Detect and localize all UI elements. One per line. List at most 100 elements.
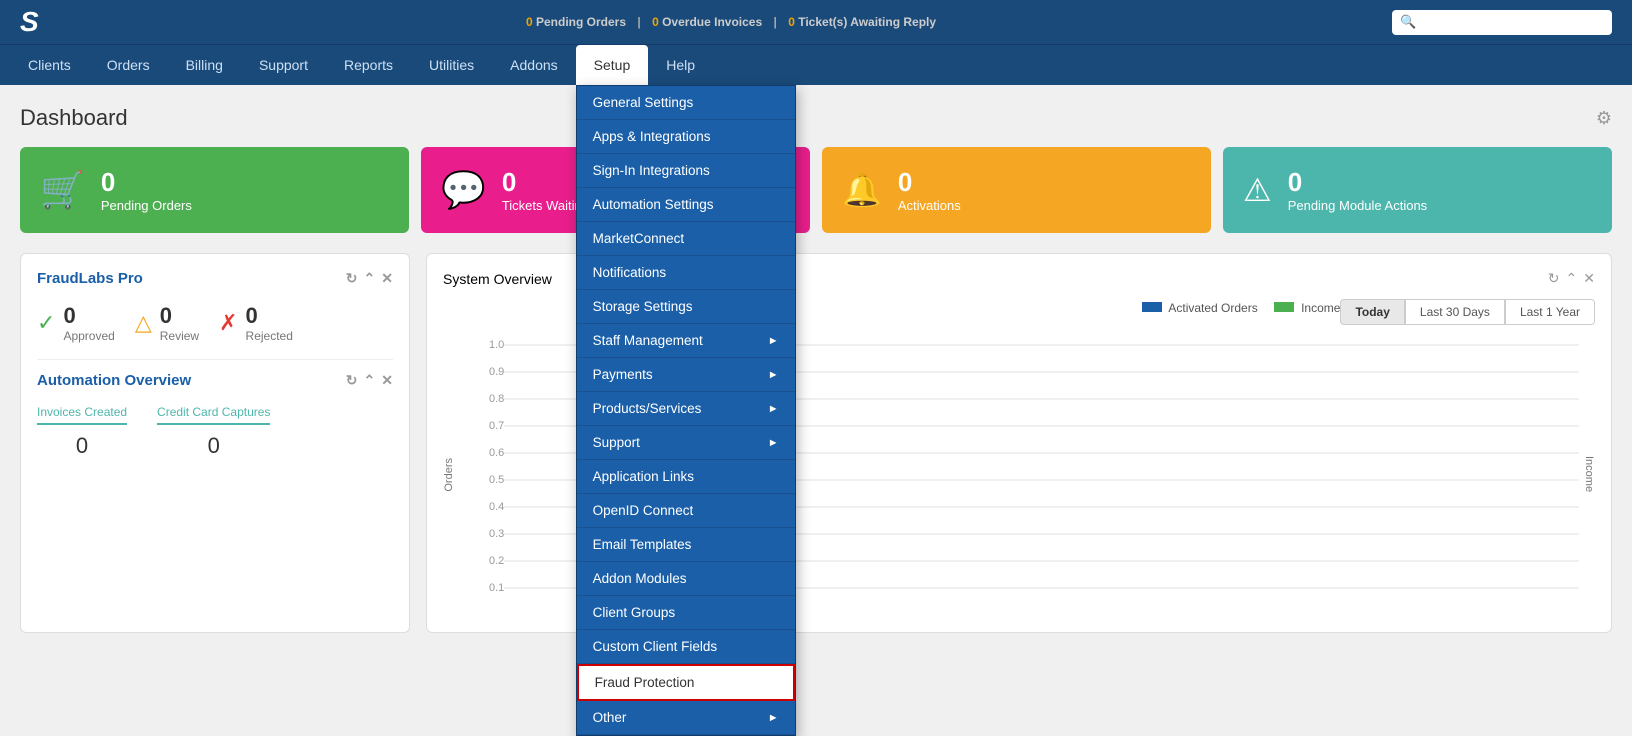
module-actions-label: Pending Module Actions xyxy=(1288,198,1427,213)
refresh-icon[interactable]: ↻ xyxy=(1548,270,1560,287)
logo: S xyxy=(20,6,39,38)
review-info: 0 Review xyxy=(160,303,199,343)
menu-application-links[interactable]: Application Links xyxy=(577,460,795,494)
legend-income-label: Income xyxy=(1301,301,1340,315)
stat-card-pending-orders: 🛒 0 Pending Orders xyxy=(20,147,409,233)
refresh-icon[interactable]: ↻ xyxy=(346,270,358,287)
y-axis-orders-label: Orders xyxy=(443,458,455,492)
nav-utilities[interactable]: Utilities xyxy=(411,45,492,85)
menu-storage-settings[interactable]: Storage Settings xyxy=(577,290,795,324)
chat-icon: 💬 xyxy=(441,169,486,211)
legend-activated: Activated Orders xyxy=(1142,301,1258,315)
nav-support[interactable]: Support xyxy=(241,45,326,85)
bell-icon: 🔔 xyxy=(842,171,882,209)
menu-products-services[interactable]: Products/Services ► xyxy=(577,392,795,426)
search-input[interactable] xyxy=(1392,10,1612,35)
nav-addons[interactable]: Addons xyxy=(492,45,575,85)
menu-payments[interactable]: Payments ► xyxy=(577,358,795,392)
tab-30days[interactable]: Last 30 Days xyxy=(1405,299,1505,325)
setup-dropdown-wrapper: Setup General Settings Apps & Integratio… xyxy=(576,45,649,85)
chart-controls: ↻ ⌃ ✕ xyxy=(1548,270,1595,287)
menu-email-templates[interactable]: Email Templates xyxy=(577,528,795,562)
menu-support[interactable]: Support ► xyxy=(577,426,795,460)
rejected-label: Rejected xyxy=(246,329,293,343)
search-bar-wrap: 🔍 xyxy=(1392,10,1612,35)
nav-billing[interactable]: Billing xyxy=(168,45,241,85)
menu-openid-connect[interactable]: OpenID Connect xyxy=(577,494,795,528)
menu-addon-modules[interactable]: Addon Modules xyxy=(577,562,795,596)
arrow-icon: ► xyxy=(768,437,779,449)
fraudlabs-title: FraudLabs Pro xyxy=(37,270,143,287)
nav-clients[interactable]: Clients xyxy=(10,45,89,85)
menu-other[interactable]: Other ► xyxy=(577,701,795,735)
approved-info: 0 Approved xyxy=(63,303,114,343)
fraudlabs-controls: ↻ ⌃ ✕ xyxy=(346,270,393,287)
pending-orders-label: Pending Orders xyxy=(536,15,626,29)
nav-help[interactable]: Help xyxy=(648,45,713,85)
menu-custom-client-fields[interactable]: Custom Client Fields xyxy=(577,630,795,664)
search-container: 🔍 xyxy=(1392,10,1612,35)
tab-1year[interactable]: Last 1 Year xyxy=(1505,299,1595,325)
menu-marketconnect[interactable]: MarketConnect xyxy=(577,222,795,256)
system-panel-controls: ↻ ⌃ ✕ xyxy=(1548,270,1595,287)
activations-label: Activations xyxy=(898,198,961,213)
y-axis-income-label: Income xyxy=(1583,456,1595,492)
legend-income-dot xyxy=(1274,302,1294,312)
menu-automation-settings[interactable]: Automation Settings xyxy=(577,188,795,222)
dashboard-header: Dashboard ⚙ xyxy=(20,105,1612,131)
svg-text:0.6: 0.6 xyxy=(489,447,504,459)
top-bar: S 0 Pending Orders | 0 Overdue Invoices … xyxy=(0,0,1632,45)
approved-icon: ✓ xyxy=(37,310,55,336)
header: S 0 Pending Orders | 0 Overdue Invoices … xyxy=(0,0,1632,85)
rejected-number: 0 xyxy=(246,303,293,329)
svg-text:0.1: 0.1 xyxy=(489,582,504,594)
close-icon[interactable]: ✕ xyxy=(1583,270,1595,287)
overdue-invoices-label: Overdue Invoices xyxy=(662,15,762,29)
expand-icon[interactable]: ⌃ xyxy=(1566,270,1578,287)
close-icon[interactable]: ✕ xyxy=(381,372,393,389)
alerts-bar: 0 Pending Orders | 0 Overdue Invoices | … xyxy=(70,15,1392,29)
svg-text:0.2: 0.2 xyxy=(489,555,504,567)
pending-orders-count: 0 xyxy=(526,15,533,29)
menu-apps-integrations[interactable]: Apps & Integrations xyxy=(577,120,795,154)
nav-setup[interactable]: Setup xyxy=(576,45,649,85)
activations-number: 0 xyxy=(898,167,961,198)
credit-card-label: Credit Card Captures xyxy=(157,405,270,425)
approved-stat: ✓ 0 Approved xyxy=(37,303,115,343)
menu-notifications[interactable]: Notifications xyxy=(577,256,795,290)
refresh-icon[interactable]: ↻ xyxy=(346,372,358,389)
rejected-icon: ✗ xyxy=(219,310,237,336)
menu-client-groups[interactable]: Client Groups xyxy=(577,596,795,630)
menu-staff-management[interactable]: Staff Management ► xyxy=(577,324,795,358)
menu-fraud-protection[interactable]: Fraud Protection xyxy=(577,664,795,701)
menu-general-settings[interactable]: General Settings xyxy=(577,86,795,120)
module-actions-info: 0 Pending Module Actions xyxy=(1288,167,1427,213)
credit-card-number: 0 xyxy=(157,433,270,459)
svg-text:0.7: 0.7 xyxy=(489,420,504,432)
nav-reports[interactable]: Reports xyxy=(326,45,411,85)
automation-stats: Invoices Created 0 Credit Card Captures … xyxy=(37,405,393,459)
tab-today[interactable]: Today xyxy=(1340,299,1404,325)
menu-signin-integrations[interactable]: Sign-In Integrations xyxy=(577,154,795,188)
pending-orders-info: 0 Pending Orders xyxy=(101,167,192,213)
review-label: Review xyxy=(160,329,199,343)
cart-icon: 🛒 xyxy=(40,169,85,211)
chart-tabs: Today Last 30 Days Last 1 Year xyxy=(1340,299,1595,325)
credit-card-stat: Credit Card Captures 0 xyxy=(157,405,270,459)
fraudlabs-header: FraudLabs Pro ↻ ⌃ ✕ xyxy=(37,270,393,287)
pending-orders-number: 0 xyxy=(101,167,192,198)
sep1: | xyxy=(637,15,640,29)
arrow-icon: ► xyxy=(768,335,779,347)
svg-text:0.9: 0.9 xyxy=(489,366,504,378)
invoices-stat: Invoices Created 0 xyxy=(37,405,127,459)
fraud-stats: ✓ 0 Approved △ 0 Review ✗ 0 xyxy=(37,303,393,343)
tickets-label: Ticket(s) Awaiting Reply xyxy=(798,15,936,29)
close-icon[interactable]: ✕ xyxy=(381,270,393,287)
activations-info: 0 Activations xyxy=(898,167,961,213)
expand-icon[interactable]: ⌃ xyxy=(364,372,376,389)
overdue-invoices-count: 0 xyxy=(652,15,659,29)
gear-icon[interactable]: ⚙ xyxy=(1596,108,1612,129)
invoices-label: Invoices Created xyxy=(37,405,127,425)
expand-icon[interactable]: ⌃ xyxy=(364,270,376,287)
nav-orders[interactable]: Orders xyxy=(89,45,168,85)
